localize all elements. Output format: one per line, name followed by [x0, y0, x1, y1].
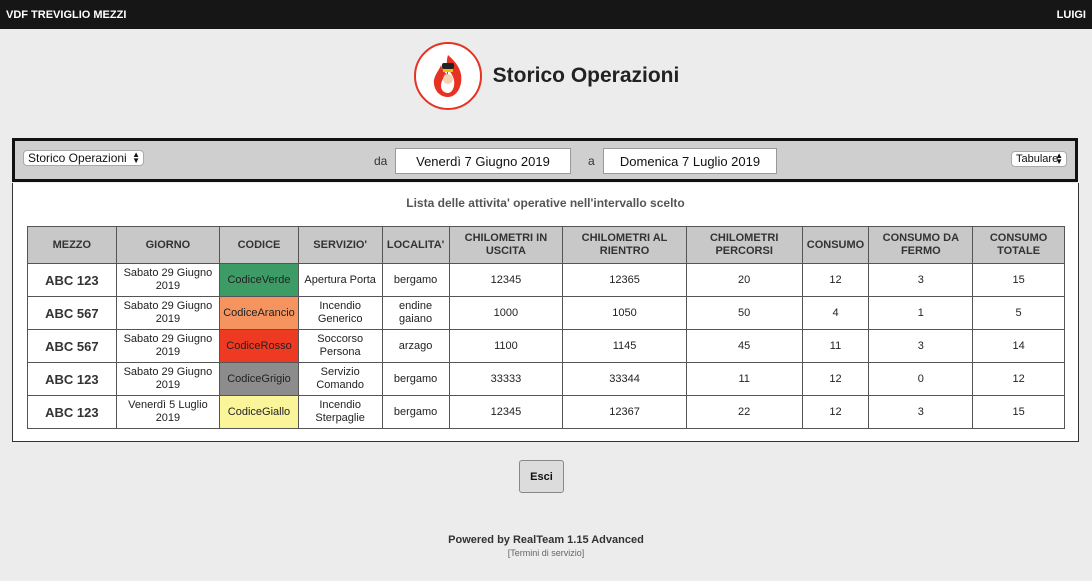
view-select-value: Storico Operazioni — [28, 151, 127, 165]
cell-consumo-fermo: 3 — [868, 395, 974, 429]
col-header-km-rientro: CHILOMETRI AL RIENTRO — [562, 226, 687, 264]
firefighters-logo-icon — [413, 42, 482, 110]
select-arrows-icon: ▲ ▼ — [1055, 151, 1063, 166]
page-header: Storico Operazioni — [0, 40, 1092, 112]
cell-consumo-fermo: 0 — [868, 362, 974, 396]
cell-km-rientro: 1145 — [562, 329, 687, 363]
cell-codice: CodiceGiallo — [219, 395, 299, 429]
cell-km-rientro: 12365 — [562, 263, 687, 297]
cell-codice: CodiceVerde — [219, 263, 299, 297]
cell-consumo: 12 — [801, 395, 870, 429]
filter-bar: Storico Operazioni ▲ ▼ da Venerdì 7 Giugn… — [12, 138, 1078, 182]
cell-mezzo: ABC 567 — [27, 329, 117, 363]
cell-consumo-totale: 15 — [972, 263, 1065, 297]
to-label: a — [588, 154, 595, 168]
cell-consumo-fermo: 3 — [868, 263, 974, 297]
table-row[interactable]: ABC 123 Sabato 29 Giugno 2019 CodiceGrig… — [27, 362, 1065, 396]
cell-mezzo: ABC 123 — [27, 263, 117, 297]
table-row[interactable]: ABC 123 Venerdì 5 Luglio 2019 CodiceGial… — [27, 395, 1065, 429]
cell-giorno: Sabato 29 Giugno 2019 — [115, 329, 221, 363]
table-header-row: MEZZO GIORNO CODICE SERVIZIO' LOCALITA' … — [27, 226, 1065, 264]
cell-localita: bergamo — [381, 263, 450, 297]
cell-mezzo: ABC 123 — [27, 362, 117, 396]
cell-consumo-totale: 14 — [972, 329, 1065, 363]
cell-km-uscita: 12345 — [448, 395, 564, 429]
table-row[interactable]: ABC 567 Sabato 29 Giugno 2019 CodiceRoss… — [27, 329, 1065, 363]
cell-giorno: Sabato 29 Giugno 2019 — [115, 362, 221, 396]
cell-consumo: 11 — [801, 329, 870, 363]
select-arrows-icon: ▲ ▼ — [132, 150, 140, 165]
cell-consumo-fermo: 3 — [868, 329, 974, 363]
cell-localita: bergamo — [381, 395, 450, 429]
col-header-km-percorsi: CHILOMETRI PERCORSI — [685, 226, 803, 264]
cell-giorno: Sabato 29 Giugno 2019 — [115, 263, 221, 297]
cell-km-rientro: 1050 — [562, 296, 687, 330]
footer: Powered by RealTeam 1.15 Advanced [Termi… — [0, 534, 1092, 558]
user-name[interactable]: LUIGI — [1057, 9, 1086, 21]
display-mode-value: Tabulare — [1016, 153, 1059, 165]
cell-servizio: Soccorso Persona — [297, 329, 383, 363]
powered-by: Powered by RealTeam 1.15 Advanced — [448, 534, 644, 546]
cell-localita: bergamo — [381, 362, 450, 396]
table-row[interactable]: ABC 123 Sabato 29 Giugno 2019 CodiceVerd… — [27, 263, 1065, 297]
app-title: VDF TREVIGLIO MEZZI — [6, 8, 127, 21]
cell-servizio: Servizio Comando — [297, 362, 383, 396]
page-title: Storico Operazioni — [492, 64, 680, 87]
cell-mezzo: ABC 567 — [27, 296, 117, 330]
cell-localita: arzago — [381, 329, 450, 363]
display-mode-select[interactable]: Tabulare ▲ ▼ — [1011, 151, 1067, 167]
cell-km-uscita: 33333 — [448, 362, 564, 396]
col-header-consumo-totale: CONSUMO TOTALE — [972, 226, 1065, 264]
cell-km-percorsi: 50 — [685, 296, 803, 330]
col-header-consumo-fermo: CONSUMO DA FERMO — [868, 226, 974, 264]
cell-servizio: Apertura Porta — [297, 263, 383, 297]
cell-km-uscita: 1000 — [448, 296, 564, 330]
cell-consumo: 12 — [801, 362, 870, 396]
col-header-consumo: CONSUMO — [801, 226, 870, 264]
exit-button[interactable]: Esci — [519, 460, 564, 493]
cell-giorno: Venerdì 5 Luglio 2019 — [115, 395, 221, 429]
cell-km-percorsi: 11 — [685, 362, 803, 396]
view-select[interactable]: Storico Operazioni ▲ ▼ — [23, 150, 144, 166]
cell-km-rientro: 12367 — [562, 395, 687, 429]
cell-consumo-totale: 12 — [972, 362, 1065, 396]
cell-km-percorsi: 22 — [685, 395, 803, 429]
table-row[interactable]: ABC 567 Sabato 29 Giugno 2019 CodiceAran… — [27, 296, 1065, 330]
col-header-km-uscita: CHILOMETRI IN USCITA — [448, 226, 564, 264]
terms-link[interactable]: [Termini di servizio] — [0, 548, 1092, 558]
col-header-mezzo: MEZZO — [27, 226, 117, 264]
cell-km-uscita: 12345 — [448, 263, 564, 297]
cell-servizio: Incendio Generico — [297, 296, 383, 330]
top-bar: VDF TREVIGLIO MEZZI LUIGI — [0, 0, 1092, 29]
cell-km-percorsi: 20 — [685, 263, 803, 297]
from-label: da — [374, 154, 388, 168]
operations-table: MEZZO GIORNO CODICE SERVIZIO' LOCALITA' … — [27, 226, 1065, 429]
col-header-servizio: SERVIZIO' — [297, 226, 383, 264]
cell-consumo-totale: 5 — [972, 296, 1065, 330]
cell-consumo-fermo: 1 — [868, 296, 974, 330]
panel-title: Lista delle attivita' operative nell'int… — [406, 196, 685, 210]
cell-codice: CodiceGrigio — [219, 362, 299, 396]
to-date-input[interactable]: Domenica 7 Luglio 2019 — [603, 148, 777, 174]
cell-servizio: Incendio Sterpaglie — [297, 395, 383, 429]
cell-localita: endine gaiano — [381, 296, 450, 330]
col-header-localita: LOCALITA' — [381, 226, 450, 264]
cell-consumo-totale: 15 — [972, 395, 1065, 429]
cell-km-uscita: 1100 — [448, 329, 564, 363]
cell-consumo: 12 — [801, 263, 870, 297]
col-header-giorno: GIORNO — [115, 226, 221, 264]
cell-consumo: 4 — [801, 296, 870, 330]
from-date-input[interactable]: Venerdì 7 Giugno 2019 — [395, 148, 571, 174]
cell-km-rientro: 33344 — [562, 362, 687, 396]
cell-codice: CodiceRosso — [219, 329, 299, 363]
results-panel: Lista delle attivita' operative nell'int… — [12, 183, 1079, 442]
cell-codice: CodiceArancio — [219, 296, 299, 330]
cell-km-percorsi: 45 — [685, 329, 803, 363]
cell-giorno: Sabato 29 Giugno 2019 — [115, 296, 221, 330]
col-header-codice: CODICE — [219, 226, 299, 264]
cell-mezzo: ABC 123 — [27, 395, 117, 429]
